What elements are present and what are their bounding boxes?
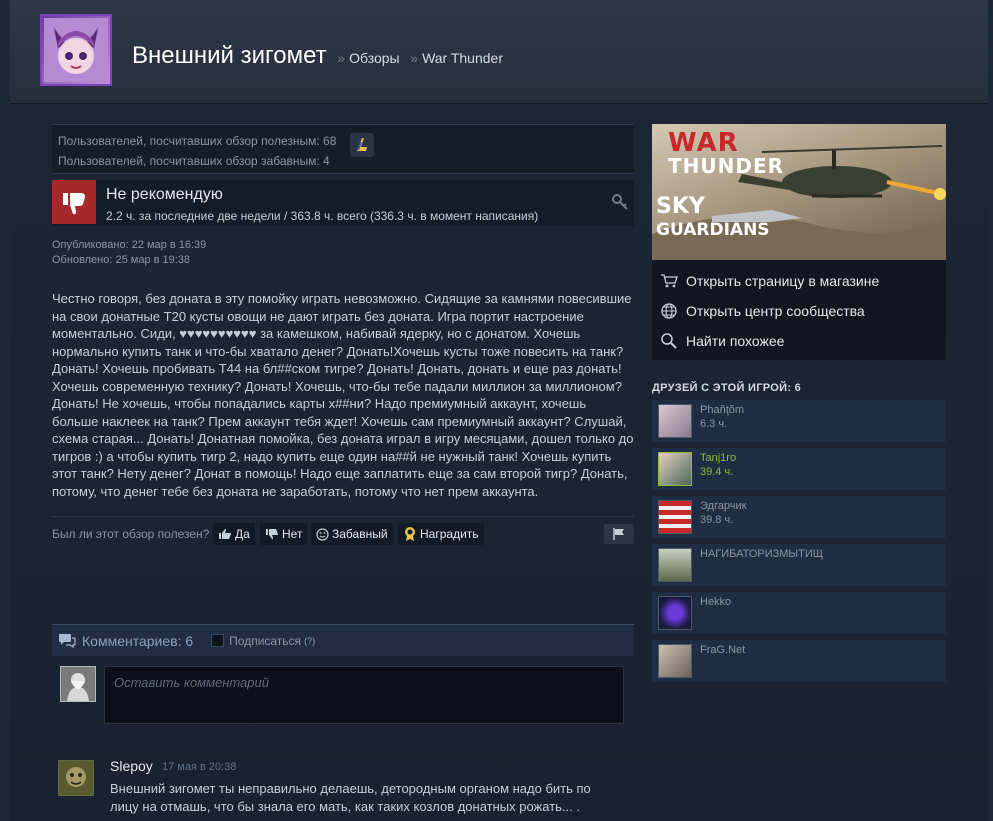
friend-item[interactable]: Hekko: [652, 592, 946, 634]
store-page-link[interactable]: Открыть страницу в магазине: [652, 266, 946, 296]
friend-hours: 6.3 ч.: [700, 418, 728, 430]
published-date: Опубликовано: 22 мар в 16:39: [52, 239, 207, 251]
friend-item[interactable]: НАГИБАТОРИЗМЫТИЩ: [652, 544, 946, 586]
friend-name: Hekko: [700, 596, 732, 608]
commenter-avatar[interactable]: [58, 760, 94, 796]
playtime-hours: 2.2 ч. за последние две недели / 363.8 ч…: [106, 209, 539, 223]
banner-sky: SKY: [656, 194, 705, 219]
friends-title: ДРУЗЕЙ С ЭТОЙ ИГРОЙ: 6: [652, 382, 802, 394]
friend-avatar: [658, 500, 692, 534]
find-similar-label: Найти похожее: [686, 333, 785, 349]
subscribe-label: Подписаться: [229, 633, 302, 648]
banner-thunder: THUNDER: [668, 154, 785, 178]
help-tooltip-icon[interactable]: (?): [304, 636, 315, 646]
friend-name: FraG.Net: [700, 644, 746, 656]
vote-no-button[interactable]: Нет: [260, 523, 308, 545]
cart-icon: [661, 274, 678, 288]
award-icon: [405, 527, 415, 541]
vote-yes-label: Да: [235, 527, 250, 541]
subscribe-checkbox[interactable]: [211, 634, 225, 647]
votes-helpful: Пользователей, посчитавших обзор полезны…: [58, 134, 337, 148]
review-dates: Опубликовано: 22 мар в 16:39 Обновлено: …: [52, 238, 634, 268]
helpful-row: Был ли этот обзор полезен? Да Нет Забавн…: [52, 516, 634, 548]
friend-name: НАГИБАТОРИЗМЫТИЩ: [700, 548, 824, 560]
flag-icon: [613, 528, 624, 540]
community-hub-link[interactable]: Открыть центр сообщества: [652, 296, 946, 326]
votes-funny: Пользователей, посчитавших обзор забавны…: [58, 154, 330, 168]
helpful-question: Был ли этот обзор полезен?: [52, 527, 210, 541]
breadcrumb-game[interactable]: War Thunder: [422, 50, 503, 66]
vote-no-label: Нет: [282, 527, 303, 541]
main-content: Пользователей, посчитавших обзор полезны…: [10, 104, 988, 821]
user-name-link[interactable]: Внешний зигомет: [132, 42, 327, 69]
friend-item[interactable]: Эдгарчик 39.8 ч.: [652, 496, 946, 538]
friend-name: Эдгарчик: [700, 500, 747, 512]
friend-hours: 39.8 ч.: [700, 514, 734, 526]
friend-item[interactable]: Tanj1ro 39.4 ч.: [652, 448, 946, 490]
votes-box: Пользователей, посчитавших обзор полезны…: [52, 124, 634, 174]
friend-avatar: [658, 452, 692, 486]
search-icon: [661, 333, 677, 349]
comments-count: Комментариев: 6: [82, 632, 194, 649]
breadcrumb-separator: »: [410, 50, 419, 66]
vote-funny-button[interactable]: Забавный: [311, 523, 393, 545]
store-page-label: Открыть страницу в магазине: [686, 273, 880, 289]
recommendation-box: Не рекомендую 2.2 ч. за последние две не…: [52, 180, 634, 226]
community-hub-label: Открыть центр сообщества: [686, 303, 865, 319]
subscribe-toggle[interactable]: Подписаться (?): [211, 634, 315, 648]
find-similar-link[interactable]: Найти похожее: [652, 326, 946, 356]
award-badge-icon[interactable]: [350, 133, 374, 157]
comment-author[interactable]: Slepoy: [110, 758, 153, 774]
friend-name: Tanj1ro: [700, 452, 737, 464]
report-flag-button[interactable]: [604, 524, 634, 544]
thumbs-down-icon: [52, 180, 96, 224]
breadcrumb-reviews[interactable]: Обзоры: [349, 50, 400, 66]
sidebar: WAR THUNDER SKY GUARDIANS Открыть страни…: [652, 124, 946, 682]
game-links: Открыть страницу в магазине Открыть цент…: [652, 260, 946, 360]
game-banner[interactable]: WAR THUNDER SKY GUARDIANS: [652, 124, 946, 260]
vote-funny-label: Забавный: [332, 527, 388, 541]
updated-date: Обновлено: 25 мар в 19:38: [52, 254, 191, 266]
friend-avatar: [658, 644, 692, 678]
breadcrumb-separator: »: [337, 50, 346, 66]
friend-avatar: [658, 548, 692, 582]
game-info-box: WAR THUNDER SKY GUARDIANS Открыть страни…: [652, 124, 946, 360]
page-title: Внешний зигомет » Обзоры » War Thunder: [132, 42, 503, 70]
user-avatar[interactable]: [40, 14, 112, 86]
comment-input[interactable]: Оставить комментарий: [104, 666, 624, 724]
review-text: Честно говоря, без доната в эту помойку …: [52, 291, 634, 499]
friend-item[interactable]: FraG.Net: [652, 640, 946, 682]
comment-form: Оставить комментарий: [52, 662, 634, 728]
globe-icon: [661, 303, 677, 319]
recommendation-title: Не рекомендую: [106, 186, 223, 203]
friend-avatar: [658, 596, 692, 630]
friends-list: Phañţõm 6.3 ч. Tanj1ro 39.4 ч. Эдгарчик …: [652, 400, 946, 682]
comments-icon: [59, 633, 76, 648]
banner-guardians: GUARDIANS: [656, 220, 770, 240]
review-column: Пользователей, посчитавших обзор полезны…: [52, 124, 634, 814]
smiley-icon: [316, 527, 329, 541]
award-button[interactable]: Наградить: [398, 523, 484, 545]
friend-item[interactable]: Phañţõm 6.3 ч.: [652, 400, 946, 442]
comment-text: Внешний зигомет ты неправильно делаешь, …: [110, 781, 591, 814]
key-icon: [610, 192, 630, 212]
friend-avatar: [658, 404, 692, 438]
profile-header: Внешний зигомет » Обзоры » War Thunder: [10, 0, 988, 104]
thumbs-down-small-icon: [266, 529, 278, 540]
friend-hours: 39.4 ч.: [700, 466, 734, 478]
award-label: Наградить: [420, 527, 479, 541]
comments-header: Комментариев: 6 Подписаться (?): [52, 624, 634, 656]
banner-war: WAR: [668, 128, 739, 158]
vote-yes-button[interactable]: Да: [213, 523, 255, 545]
my-avatar[interactable]: [60, 666, 96, 702]
thumbs-up-icon: [219, 528, 231, 539]
friend-name: Phañţõm: [700, 404, 745, 416]
comment-time: 17 мая в 20:38: [162, 761, 237, 773]
